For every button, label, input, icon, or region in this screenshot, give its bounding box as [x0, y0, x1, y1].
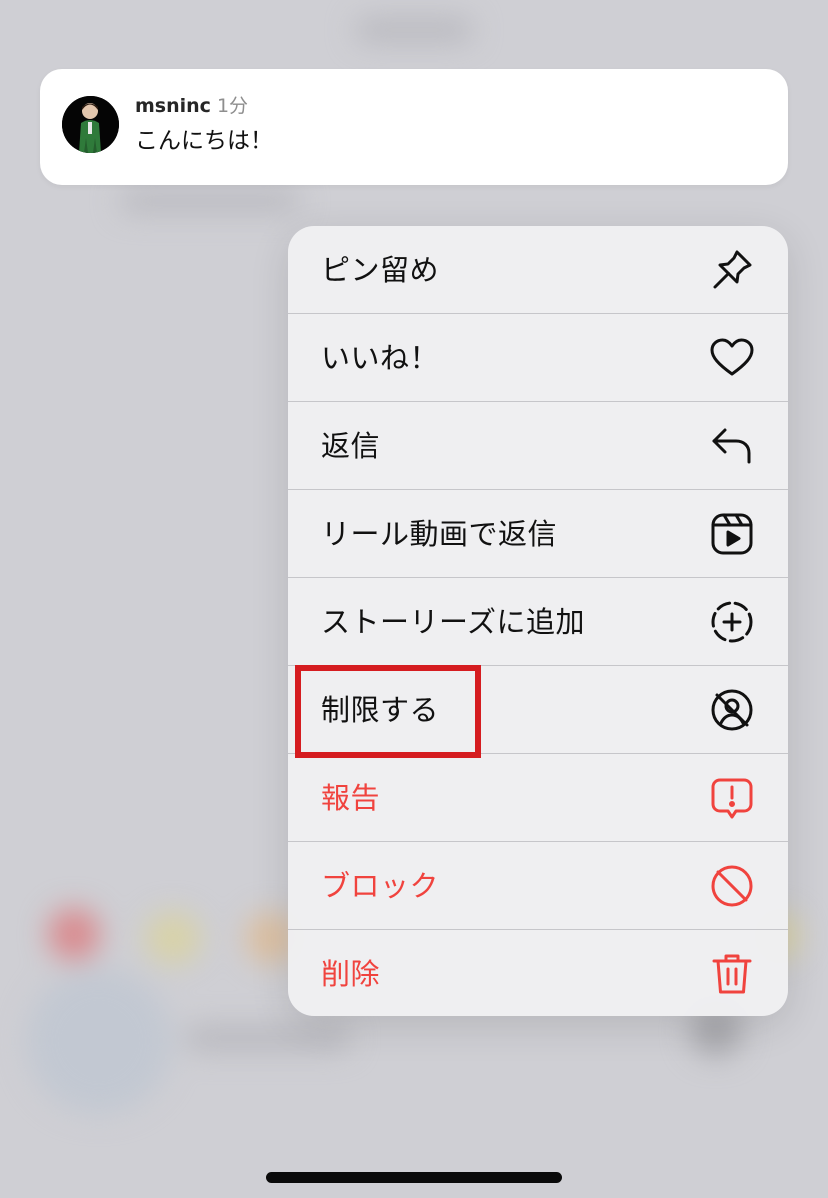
menu-item-label: ピン留め [321, 252, 440, 287]
menu-item-label: リール動画で返信 [321, 516, 558, 551]
message-header: msninc 1分 [135, 94, 248, 118]
block-icon [708, 862, 756, 910]
message-context-menu: ピン留め いいね！ 返信 リール動画で返信 ストーリーズに追加 制限する 報告 … [288, 226, 788, 1016]
bg-reaction-red [48, 908, 100, 960]
bg-reaction-yellow [145, 912, 201, 964]
menu-item-label: ストーリーズに追加 [321, 604, 586, 639]
menu-item-block[interactable]: ブロック [288, 842, 788, 930]
reply-icon [708, 422, 756, 470]
menu-item-add-to-story[interactable]: ストーリーズに追加 [288, 578, 788, 666]
report-icon [708, 774, 756, 822]
menu-item-label: 削除 [321, 957, 381, 991]
menu-item-delete[interactable]: 削除 [288, 930, 788, 1016]
add-story-icon [708, 598, 756, 646]
avatar[interactable] [62, 96, 119, 153]
menu-item-label: ブロック [321, 868, 440, 903]
restrict-icon [708, 686, 756, 734]
avatar-image [62, 96, 119, 153]
bg-camera-circle [26, 968, 172, 1114]
bg-input-bar [185, 1025, 350, 1051]
home-indicator[interactable] [266, 1172, 562, 1183]
menu-item-like[interactable]: いいね！ [288, 314, 788, 402]
message-text: こんにちは！ [135, 128, 273, 154]
pin-icon [708, 246, 756, 294]
menu-item-reply[interactable]: 返信 [288, 402, 788, 490]
message-timestamp: 1分 [216, 95, 249, 117]
bg-subtitle-bar [120, 190, 300, 212]
message-username[interactable]: msninc [135, 95, 211, 117]
menu-item-label: 返信 [321, 428, 381, 463]
trash-icon [708, 950, 756, 998]
menu-item-report[interactable]: 報告 [288, 754, 788, 842]
bg-title-bar [355, 18, 473, 42]
reels-icon [708, 510, 756, 558]
menu-item-reels-reply[interactable]: リール動画で返信 [288, 490, 788, 578]
highlight-annotation [295, 665, 481, 758]
heart-icon [708, 334, 756, 382]
message-bubble[interactable]: msninc 1分 こんにちは！ [40, 69, 788, 185]
menu-item-label: 報告 [321, 780, 381, 815]
menu-item-label: いいね！ [321, 340, 440, 375]
menu-item-pin[interactable]: ピン留め [288, 226, 788, 314]
